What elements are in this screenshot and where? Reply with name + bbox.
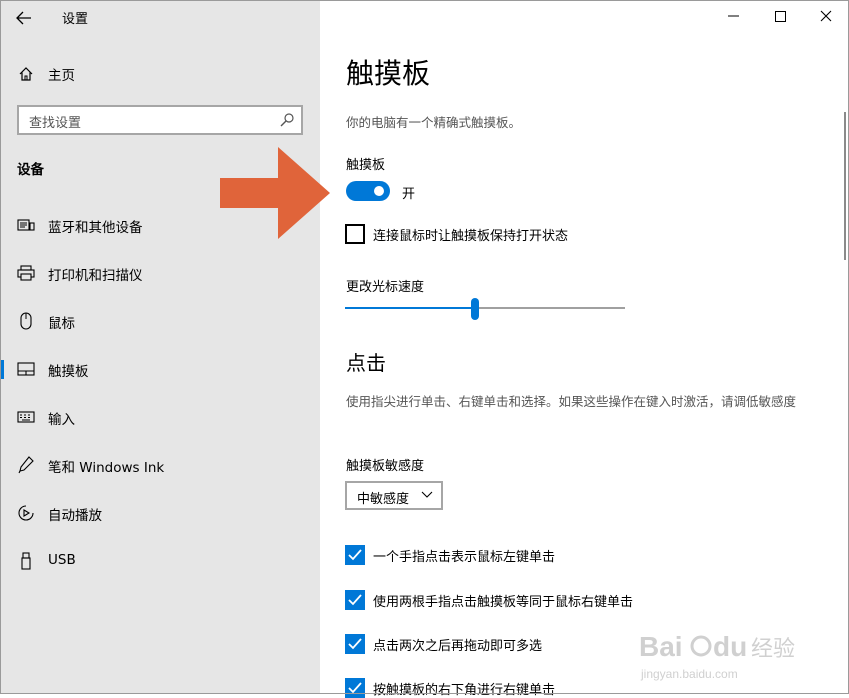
sensitivity-label: 触摸板敏感度 (346, 459, 425, 474)
keyboard-icon (17, 408, 35, 426)
search-icon (280, 113, 294, 127)
slider-track-fill (345, 307, 471, 309)
app-title: 设置 (62, 12, 89, 27)
touchpad-label: 触摸板 (346, 158, 386, 173)
checkmark-icon (348, 594, 362, 606)
sensitivity-value: 中敏感度 (357, 492, 410, 507)
mouse-icon (17, 312, 35, 330)
sidebar-item-mouse[interactable]: 鼠标 (0, 303, 320, 339)
sidebar-item-printers[interactable]: 打印机和扫描仪 (0, 255, 320, 291)
option-label-3: 点击两次之后再拖动即可多选 (373, 639, 543, 654)
nav-home[interactable]: 主页 (0, 60, 320, 88)
sensitivity-dropdown[interactable]: 中敏感度 (345, 481, 443, 510)
minimize-icon (728, 15, 739, 17)
baidu-jingyan-watermark: Bai du 经验 jingyan.baidu.com (639, 631, 795, 681)
svg-text:经验: 经验 (751, 637, 795, 662)
toggle-knob (374, 186, 384, 196)
option-label-4: 按触摸板的右下角进行右键单击 (373, 683, 556, 698)
sidebar-item-label: USB (48, 552, 76, 568)
autoplay-icon (17, 504, 35, 522)
section-title: 设备 (17, 162, 44, 178)
pen-icon (17, 456, 35, 474)
back-arrow-icon (16, 11, 31, 25)
annotation-arrow (220, 147, 330, 239)
svg-text:Bai: Bai (639, 631, 683, 662)
sidebar: 设置 主页 查找设置 设备 蓝牙和其他设备 打印机和扫描仪 鼠标 触摸板 输入 … (0, 0, 320, 694)
taps-description: 使用指尖进行单击、右键单击和选择。如果这些操作在键入时激活，请调低敏感度 (346, 394, 797, 409)
keep-touchpad-on-checkbox[interactable] (345, 224, 365, 244)
svg-text:du: du (713, 631, 747, 662)
toggle-state-label: 开 (402, 187, 416, 202)
page-description: 你的电脑有一个精确式触摸板。 (346, 115, 522, 130)
sidebar-item-pen[interactable]: 笔和 Windows Ink (0, 447, 320, 483)
keep-touchpad-on-label: 连接鼠标时让触摸板保持打开状态 (373, 229, 569, 244)
option-checkbox-2[interactable] (345, 590, 365, 610)
printer-icon (17, 264, 35, 282)
option-label-2: 使用两根手指点击触摸板等同于鼠标右键单击 (373, 595, 634, 610)
sidebar-item-autoplay[interactable]: 自动播放 (0, 495, 320, 531)
sidebar-item-typing[interactable]: 输入 (0, 399, 320, 435)
maximize-icon (774, 10, 786, 22)
slider-track-rest (479, 307, 625, 309)
chevron-down-icon (421, 491, 433, 498)
sidebar-item-label: 触摸板 (48, 364, 89, 380)
touchpad-toggle[interactable] (346, 181, 390, 201)
scrollbar[interactable] (844, 112, 846, 260)
sidebar-item-label: 打印机和扫描仪 (48, 268, 143, 284)
option-checkbox-4[interactable] (345, 678, 365, 698)
sidebar-item-label: 输入 (48, 412, 75, 428)
sidebar-item-label: 笔和 Windows Ink (48, 460, 165, 476)
sidebar-item-touchpad[interactable]: 触摸板 (0, 351, 320, 387)
page-title: 触摸板 (346, 57, 431, 90)
sidebar-item-label: 蓝牙和其他设备 (48, 220, 143, 236)
touchpad-icon (17, 360, 35, 378)
search-input[interactable]: 查找设置 (17, 105, 303, 135)
main-panel: 触摸板 你的电脑有一个精确式触摸板。 触摸板 开 连接鼠标时让触摸板保持打开状态… (320, 0, 849, 698)
home-icon (17, 65, 35, 83)
option-label-1: 一个手指点击表示鼠标左键单击 (373, 550, 556, 565)
checkmark-icon (348, 549, 362, 561)
maximize-button[interactable] (757, 0, 803, 32)
sidebar-item-label: 自动播放 (48, 508, 102, 524)
option-checkbox-3[interactable] (345, 634, 365, 654)
usb-icon (17, 552, 35, 570)
home-label: 主页 (48, 68, 75, 84)
close-icon (820, 10, 832, 22)
active-indicator (0, 360, 4, 379)
minimize-button[interactable] (711, 0, 757, 32)
taps-section-title: 点击 (346, 351, 386, 375)
option-checkbox-1[interactable] (345, 545, 365, 565)
sidebar-item-label: 鼠标 (48, 316, 75, 332)
svg-text:jingyan.baidu.com: jingyan.baidu.com (640, 667, 738, 681)
back-button[interactable] (8, 4, 40, 32)
bluetooth-devices-icon (17, 216, 35, 234)
slider-thumb[interactable] (471, 298, 479, 320)
checkmark-icon (348, 638, 362, 650)
cursor-speed-label: 更改光标速度 (346, 280, 425, 295)
close-button[interactable] (803, 0, 849, 32)
sidebar-item-usb[interactable]: USB (0, 543, 320, 579)
cursor-speed-slider[interactable] (345, 298, 625, 320)
search-placeholder: 查找设置 (29, 116, 82, 131)
